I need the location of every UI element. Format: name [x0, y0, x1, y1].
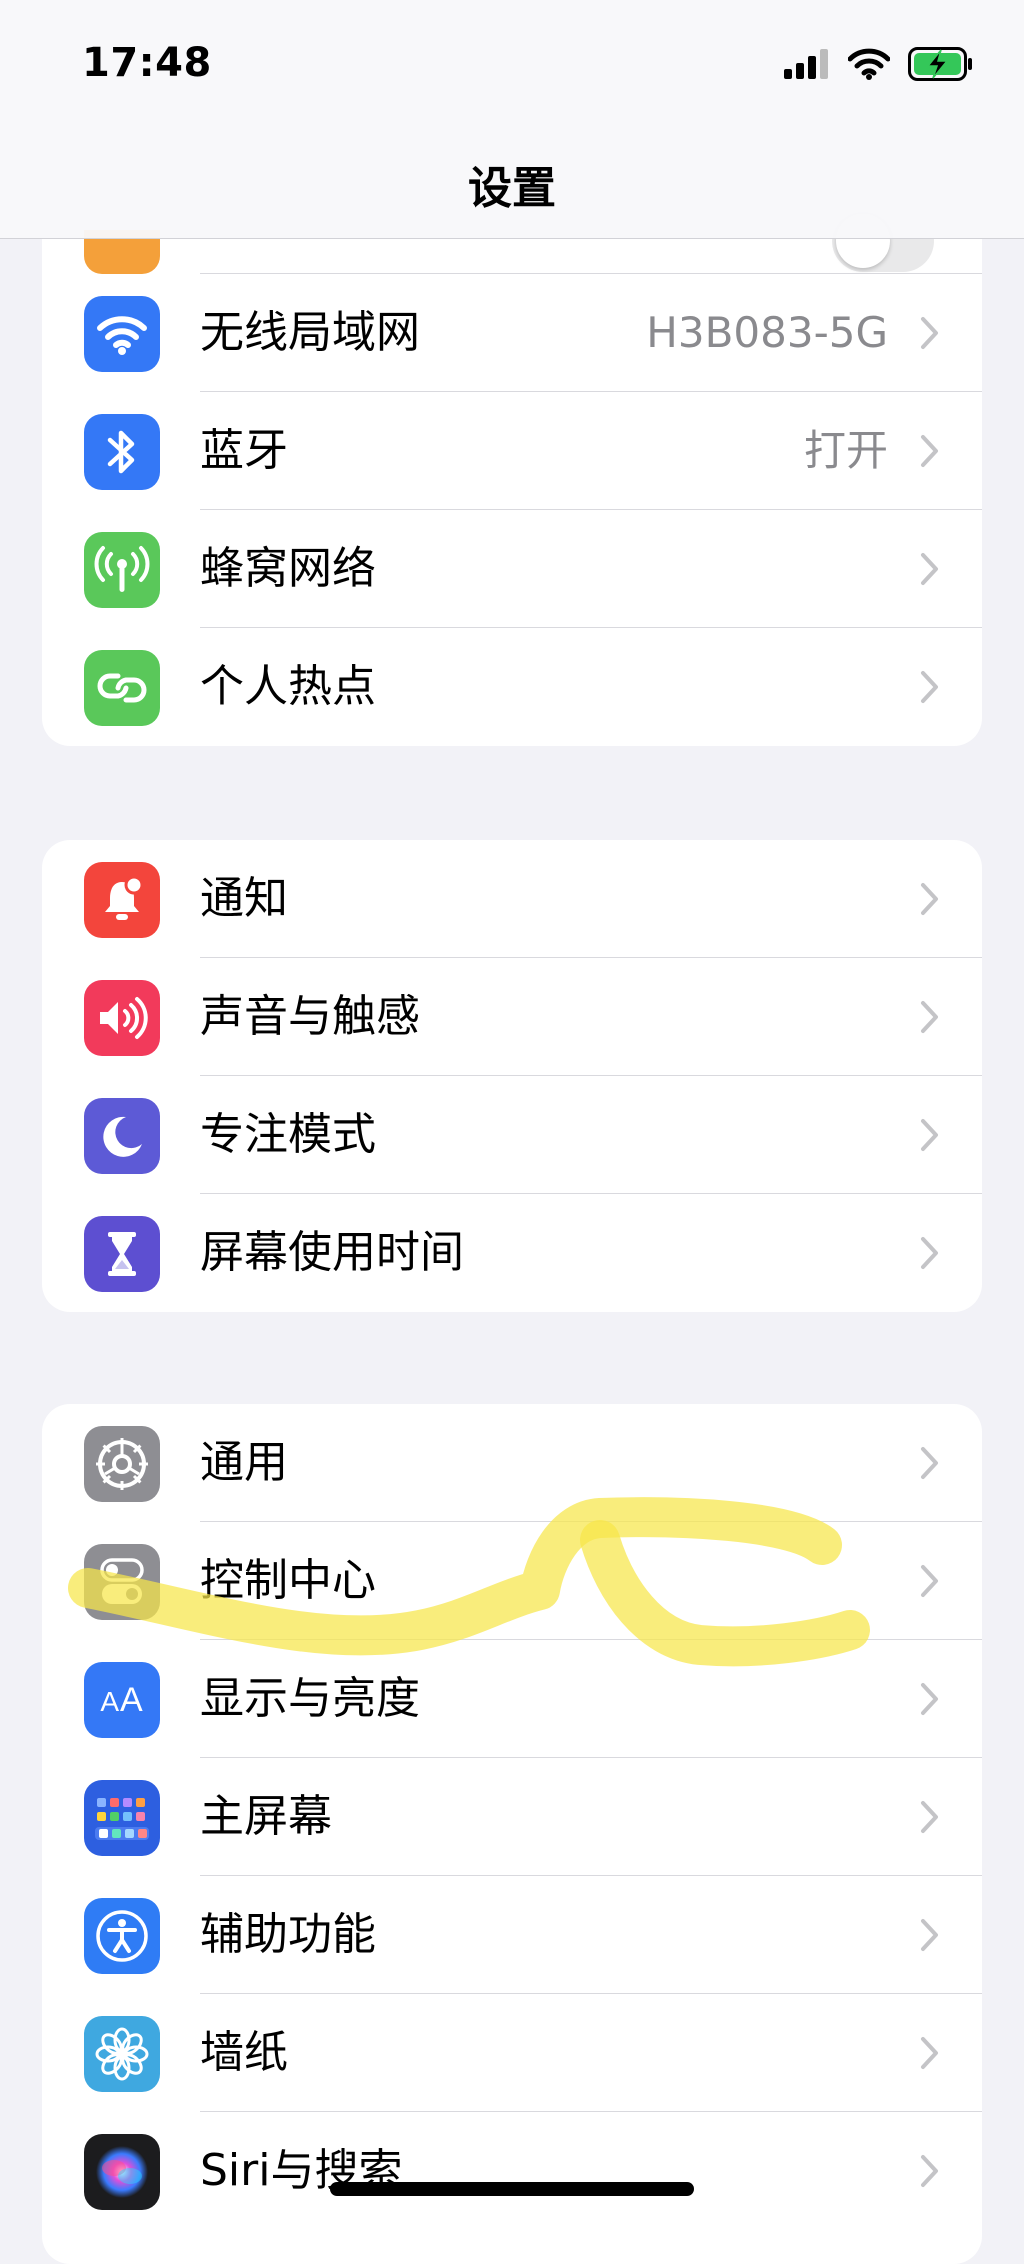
row-label: 屏幕使用时间 [200, 1227, 464, 1278]
chevron-right-icon [921, 1447, 938, 1479]
text-size-icon: AA [84, 1662, 160, 1738]
row-label: 通知 [200, 873, 288, 924]
bell-icon [84, 862, 160, 938]
row-label: 主屏幕 [200, 1791, 332, 1842]
row-screen-time[interactable]: 屏幕使用时间 [42, 1194, 982, 1312]
row-label: 个人热点 [200, 661, 376, 712]
row-label: 蜂窝网络 [200, 543, 376, 594]
row-hotspot[interactable]: 个人热点 [42, 628, 982, 746]
row-notifications[interactable]: 通知 [42, 840, 982, 958]
wifi-icon [84, 296, 160, 372]
row-wifi[interactable]: 无线局域网 H3B083-5G [42, 274, 982, 392]
row-label: 显示与亮度 [200, 1673, 420, 1724]
chevron-right-icon [921, 1683, 938, 1715]
chevron-right-icon [921, 317, 938, 349]
battery-charging-icon [908, 47, 972, 81]
row-general[interactable]: 通用 [42, 1404, 982, 1522]
status-bar: 17:48 [0, 0, 1024, 130]
flower-icon [84, 2016, 160, 2092]
cellular-signal-icon [784, 49, 828, 79]
row-label: 辅助功能 [200, 1909, 376, 1960]
row-bluetooth[interactable]: 蓝牙 打开 [42, 392, 982, 510]
wifi-icon [848, 48, 890, 80]
row-label: 控制中心 [200, 1555, 376, 1606]
chevron-right-icon [921, 553, 938, 585]
chevron-right-icon [921, 1801, 938, 1833]
row-focus[interactable]: 专注模式 [42, 1076, 982, 1194]
group-notifications: 通知 声音与触感 专注模式 屏幕使用时间 [42, 840, 982, 1312]
row-cellular[interactable]: 蜂窝网络 [42, 510, 982, 628]
siri-icon [84, 2134, 160, 2210]
group-general: 通用 控制中心 AA 显示与亮度 主屏幕 辅助功能 墙纸 Siri与搜索 [42, 1404, 982, 2264]
row-display[interactable]: AA 显示与亮度 [42, 1640, 982, 1758]
chevron-right-icon [921, 2037, 938, 2069]
row-home-screen[interactable]: 主屏幕 [42, 1758, 982, 1876]
hotspot-link-icon [84, 650, 160, 726]
hourglass-icon [84, 1216, 160, 1292]
chevron-right-icon [921, 1565, 938, 1597]
page-title: 设置 [468, 163, 556, 214]
row-label: 通用 [200, 1437, 288, 1488]
row-value: 打开 [803, 426, 888, 475]
chevron-right-icon [921, 1237, 938, 1269]
accessibility-icon [84, 1898, 160, 1974]
row-control-center[interactable]: 控制中心 [42, 1522, 982, 1640]
home-indicator [330, 2182, 694, 2196]
moon-icon [84, 1098, 160, 1174]
chevron-right-icon [921, 435, 938, 467]
status-icons [784, 44, 974, 84]
chevron-right-icon [921, 671, 938, 703]
row-label: 专注模式 [200, 1109, 376, 1160]
bluetooth-icon [84, 414, 160, 490]
row-label: 蓝牙 [200, 425, 288, 476]
row-label: 无线局域网 [200, 307, 420, 358]
gear-icon [84, 1426, 160, 1502]
toggles-icon [84, 1544, 160, 1620]
row-siri[interactable]: Siri与搜索 [42, 2112, 982, 2230]
row-accessibility[interactable]: 辅助功能 [42, 1876, 982, 1994]
speaker-icon [84, 980, 160, 1056]
status-time: 17:48 [82, 40, 212, 86]
row-label: 声音与触感 [200, 991, 420, 1042]
row-value: H3B083-5G [646, 308, 888, 357]
home-screen-grid-icon [84, 1780, 160, 1856]
chevron-right-icon [921, 1001, 938, 1033]
chevron-right-icon [921, 883, 938, 915]
chevron-right-icon [921, 1119, 938, 1151]
row-label: 墙纸 [200, 2027, 288, 2078]
antenna-icon [84, 532, 160, 608]
group-connectivity: 无线局域网 H3B083-5G 蓝牙 打开 蜂窝网络 个人热点 [42, 274, 982, 746]
row-wallpaper[interactable]: 墙纸 [42, 1994, 982, 2112]
chevron-right-icon [921, 1919, 938, 1951]
chevron-right-icon [921, 2155, 938, 2187]
row-sounds[interactable]: 声音与触感 [42, 958, 982, 1076]
row-label: Siri与搜索 [200, 2145, 403, 2196]
